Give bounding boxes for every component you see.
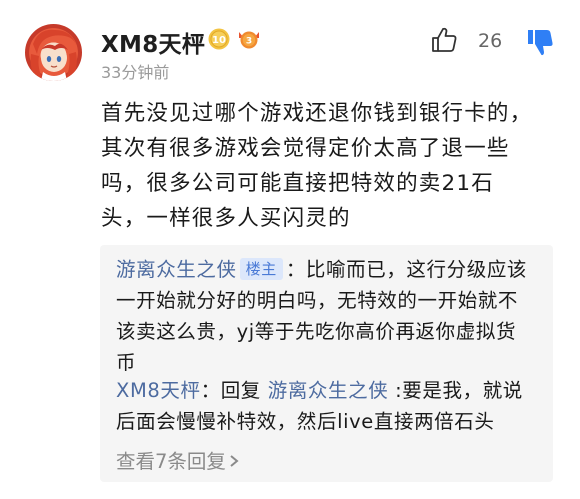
level-badge-text: 10 [212,35,226,46]
op-badge: 楼主 [239,258,283,280]
medal-badge-text: 3 [246,37,252,47]
reply-item: 游离众生之侠 楼主 ：比喻而已，这行分级应该一开始就分好的明白吗，无特效的一开始就不… [116,254,536,378]
view-more-replies-button[interactable]: 查看7条回复 [116,445,239,474]
comment-content: 首先没见过哪个游戏还退你钱到银行卡的，其次有很多游戏会觉得定价太高了退一些吗，很… [101,101,533,231]
reply-item: XM8天枰：回复 游离众生之侠 :要是我，就说后面会慢慢补特效，然后live直接… [116,375,541,437]
like-count: 26 [478,30,503,52]
avatar[interactable] [25,24,82,81]
medal-badge-icon: 3 [239,31,259,49]
reply-target[interactable]: 游离众生之侠 [268,379,389,402]
thumbs-up-icon[interactable] [430,26,458,54]
comment-username[interactable]: XM8天枰 [101,25,205,59]
reply-separator: ： [200,379,221,402]
avatar-illustration [30,29,77,81]
reply-author[interactable]: 游离众生之侠 [116,258,237,281]
thumbs-down-icon[interactable] [527,27,554,57]
comment-timestamp: 33分钟前 [101,63,170,82]
chevron-right-icon [230,455,239,467]
reply-section: 游离众生之侠 楼主 ：比喻而已，这行分级应该一开始就分好的明白吗，无特效的一开始就不… [100,245,553,482]
reply-separator: ： [285,258,306,281]
level-badge-icon: 10 [208,28,230,50]
reply-author[interactable]: XM8天枰 [116,379,201,402]
view-more-label: 查看7条回复 [116,450,226,473]
reply-word: 回复 [220,379,261,402]
